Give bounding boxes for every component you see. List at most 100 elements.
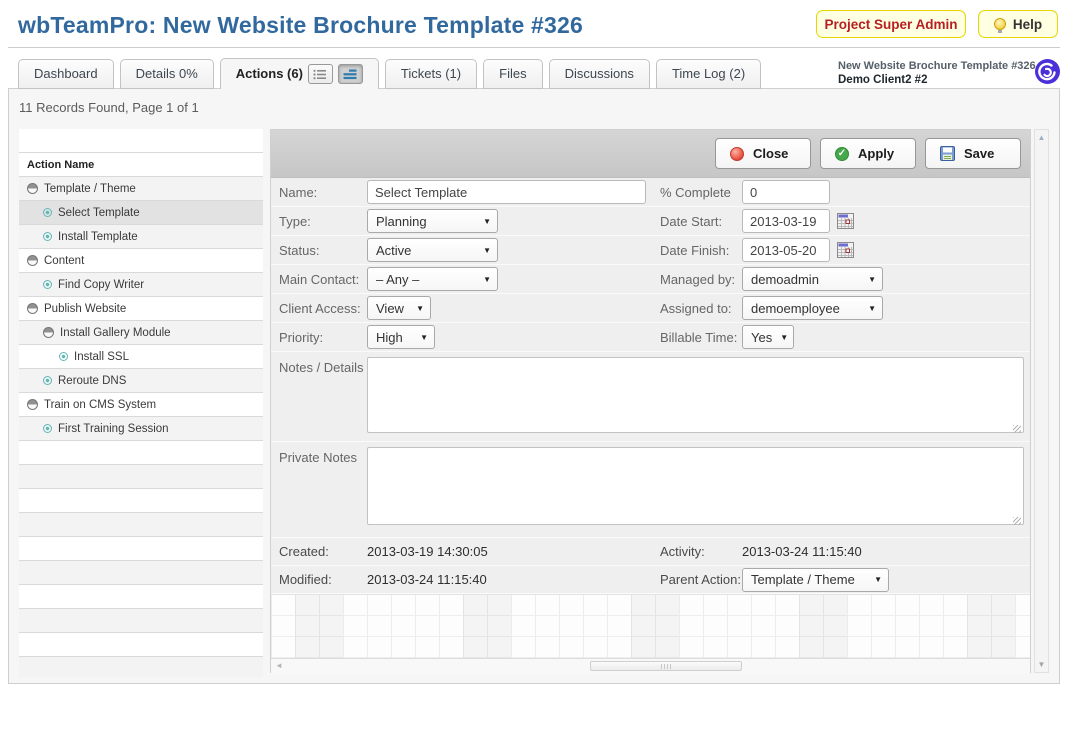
parent-node-icon (27, 255, 38, 266)
tab-tickets-1[interactable]: Tickets (1) (385, 59, 477, 89)
child-node-icon (43, 280, 52, 289)
action-row-label: Select Template (58, 207, 140, 219)
empty-row (19, 513, 263, 537)
complete-label: % Complete (660, 185, 742, 200)
modified-label: Modified: (279, 572, 367, 587)
action-name-header: Action Name (19, 153, 263, 177)
resize-grip-icon[interactable] (1013, 425, 1021, 433)
action-row-install-ssl[interactable]: Install SSL (19, 345, 263, 369)
action-row-install-template[interactable]: Install Template (19, 225, 263, 249)
scroll-down-icon[interactable]: ▼ (1035, 660, 1048, 669)
chevron-down-icon: ▼ (874, 575, 882, 584)
tab-files[interactable]: Files (483, 59, 542, 89)
action-row-label: Train on CMS System (44, 399, 156, 411)
horizontal-scrollbar[interactable]: ◄ (271, 658, 1030, 673)
empty-row (19, 657, 263, 677)
chevron-down-icon: ▼ (483, 246, 491, 255)
calendar-icon[interactable] (837, 242, 854, 258)
tab-details-0[interactable]: Details 0% (120, 59, 214, 89)
notes-textarea[interactable] (367, 357, 1024, 433)
date-start-input[interactable] (742, 209, 830, 233)
private-notes-textarea[interactable] (367, 447, 1024, 525)
chevron-down-icon: ▼ (483, 275, 491, 284)
apply-check-icon: ✓ (835, 147, 849, 161)
chevron-down-icon: ▼ (780, 333, 788, 342)
action-row-find-copy-writer[interactable]: Find Copy Writer (19, 273, 263, 297)
empty-row (19, 465, 263, 489)
date-finish-label: Date Finish: (660, 243, 742, 258)
scroll-up-icon[interactable]: ▲ (1035, 133, 1048, 142)
action-row-label: Content (44, 255, 84, 267)
client-access-select[interactable]: View ▼ (367, 296, 431, 320)
date-finish-input[interactable] (742, 238, 830, 262)
save-label: Save (964, 146, 994, 161)
activity-label: Activity: (660, 544, 742, 559)
thumb-grip-icon (661, 664, 671, 669)
scrollbar-thumb[interactable] (590, 661, 742, 671)
parent-action-select[interactable]: Template / Theme ▼ (742, 568, 889, 592)
field-row-notes: Notes / Details (271, 352, 1030, 442)
help-button[interactable]: Help (978, 10, 1058, 38)
type-select[interactable]: Planning ▼ (367, 209, 498, 233)
wbteampro-app: wbTeamPro: New Website Brochure Template… (0, 0, 1069, 747)
resize-grip-icon[interactable] (1013, 517, 1021, 525)
close-icon (730, 147, 744, 161)
scroll-left-icon[interactable]: ◄ (275, 661, 283, 670)
created-label: Created: (279, 544, 367, 559)
billable-time-select[interactable]: Yes ▼ (742, 325, 794, 349)
help-label: Help (1013, 17, 1042, 32)
vertical-scrollbar[interactable]: ▲ ▼ (1034, 129, 1049, 673)
percent-complete-input[interactable] (742, 180, 830, 204)
field-row-type: Type: Planning ▼ Date Start: (271, 207, 1030, 236)
tab-actions-6[interactable]: Actions (6) (220, 58, 379, 89)
action-row-select-template[interactable]: Select Template (19, 201, 263, 225)
managed-by-select[interactable]: demoadmin ▼ (742, 267, 883, 291)
assigned-to-select[interactable]: demoemployee ▼ (742, 296, 883, 320)
action-row-train-on-cms-system[interactable]: Train on CMS System (19, 393, 263, 417)
action-row-install-gallery-module[interactable]: Install Gallery Module (19, 321, 263, 345)
status-select[interactable]: Active ▼ (367, 238, 498, 262)
lightbulb-icon (994, 18, 1006, 30)
tab-label: Files (499, 60, 526, 88)
action-row-reroute-dns[interactable]: Reroute DNS (19, 369, 263, 393)
tab-label: Tickets (1) (401, 60, 461, 88)
action-row-content[interactable]: Content (19, 249, 263, 273)
priority-select[interactable]: High ▼ (367, 325, 435, 349)
status-value: Active (376, 243, 411, 258)
detail-view-button[interactable] (338, 64, 363, 84)
save-button[interactable]: Save (925, 138, 1021, 169)
parent-node-icon (27, 183, 38, 194)
action-row-publish-website[interactable]: Publish Website (19, 297, 263, 321)
tab-dashboard[interactable]: Dashboard (18, 59, 114, 89)
save-floppy-icon (940, 146, 955, 161)
chevron-down-icon: ▼ (416, 304, 424, 313)
parent-node-icon (43, 327, 54, 338)
parent-action-label: Parent Action: (660, 572, 742, 587)
wbteampro-logo-icon[interactable] (1034, 58, 1061, 85)
chevron-down-icon: ▼ (483, 217, 491, 226)
empty-row (19, 609, 263, 633)
form-toolbar: Close ✓ Apply Save (271, 130, 1030, 178)
main-contact-label: Main Contact: (279, 272, 367, 287)
notes-label: Notes / Details (279, 357, 367, 375)
tab-discussions[interactable]: Discussions (549, 59, 650, 89)
tab-time-log-2[interactable]: Time Log (2) (656, 59, 761, 89)
content-area: 11 Records Found, Page 1 of 1 Action Nam… (8, 88, 1060, 684)
action-row-first-training-session[interactable]: First Training Session (19, 417, 263, 441)
action-row-label: Template / Theme (44, 183, 136, 195)
project-super-admin-button[interactable]: Project Super Admin (816, 10, 966, 38)
list-view-button[interactable] (308, 64, 333, 84)
header-divider (8, 47, 1060, 48)
action-row-template-theme[interactable]: Template / Theme (19, 177, 263, 201)
parent-node-icon (27, 303, 38, 314)
project-ref-title: New Website Brochure Template #326 (838, 59, 1036, 73)
main-contact-select[interactable]: – Any – ▼ (367, 267, 498, 291)
priority-value: High (376, 330, 403, 345)
apply-button[interactable]: ✓ Apply (820, 138, 916, 169)
date-start-label: Date Start: (660, 214, 742, 229)
close-button[interactable]: Close (715, 138, 811, 169)
action-row-label: Install Gallery Module (60, 327, 171, 339)
action-row-label: Publish Website (44, 303, 126, 315)
name-input[interactable] (367, 180, 646, 204)
calendar-icon[interactable] (837, 213, 854, 229)
